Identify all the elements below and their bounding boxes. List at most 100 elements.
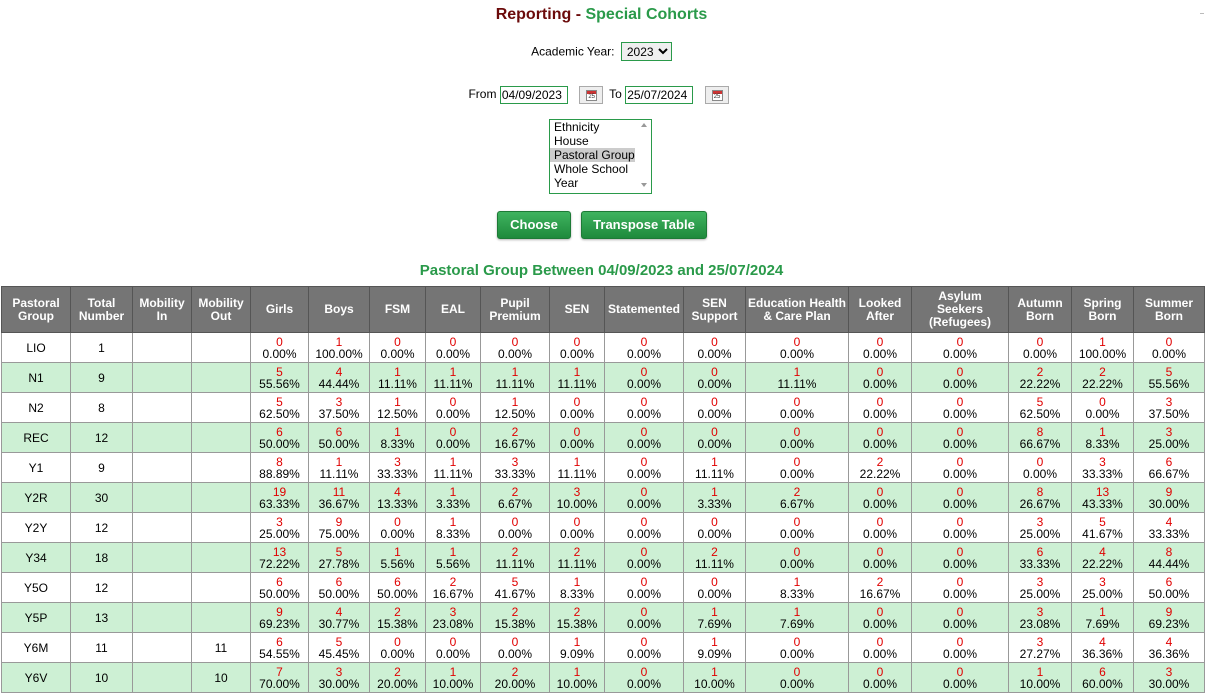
stat-count: 0 bbox=[956, 604, 964, 619]
stat-cell: 0 0.00% bbox=[848, 392, 912, 423]
stat-count: 1 bbox=[711, 454, 718, 469]
stat-cell: 6 50.00% bbox=[250, 422, 309, 453]
stat-count: 2 bbox=[1036, 364, 1044, 379]
stat-count: 1 bbox=[449, 364, 457, 379]
stat-percent: 22.22% bbox=[1082, 376, 1123, 391]
stat-count: 6 bbox=[1036, 544, 1044, 559]
from-calendar-icon[interactable]: 25 bbox=[579, 86, 604, 104]
stat-percent: 15.38% bbox=[377, 616, 418, 631]
stat-cell: 0 0.00% bbox=[425, 632, 481, 663]
stat-percent: 10.00% bbox=[556, 676, 598, 691]
row-mobility-out-cell bbox=[191, 512, 251, 543]
stat-count: 0 bbox=[711, 514, 718, 529]
from-date-input[interactable] bbox=[499, 86, 568, 104]
row-mobility-in-cell bbox=[132, 662, 192, 693]
stat-count: 0 bbox=[956, 484, 964, 499]
stat-percent: 0.00% bbox=[697, 586, 732, 601]
row-mobility-in-cell bbox=[132, 452, 192, 483]
stat-cell: 19 63.33% bbox=[250, 482, 309, 513]
stat-cell: 0 0.00% bbox=[683, 362, 746, 393]
stat-percent: 0.00% bbox=[626, 586, 662, 601]
stat-count: 1 bbox=[793, 574, 801, 589]
stat-percent: 0.00% bbox=[942, 436, 978, 451]
stat-cell: 5 45.45% bbox=[308, 632, 370, 663]
stat-percent: 0.00% bbox=[626, 466, 662, 481]
listbox-scrollbar[interactable] bbox=[637, 120, 651, 193]
stat-percent: 30.00% bbox=[1148, 676, 1190, 691]
stat-cell: 2 22.22% bbox=[1008, 362, 1072, 393]
stat-count: 5 bbox=[276, 364, 283, 379]
stat-percent: 25.00% bbox=[1019, 526, 1061, 541]
stat-percent: 0.00% bbox=[1022, 466, 1058, 481]
stat-count: 4 bbox=[394, 484, 401, 499]
stat-cell: 5 55.56% bbox=[250, 362, 309, 393]
stat-count: 0 bbox=[956, 454, 964, 469]
stat-cell: 0 0.00% bbox=[911, 542, 1009, 573]
stat-count: 0 bbox=[394, 514, 401, 529]
stat-count: 1 bbox=[573, 364, 581, 379]
to-calendar-icon[interactable]: 25 bbox=[704, 86, 729, 104]
row-group-cell: REC bbox=[1, 422, 71, 453]
stat-cell: 2 20.00% bbox=[369, 662, 426, 693]
listbox-option[interactable]: House bbox=[550, 134, 651, 148]
stat-count: 0 bbox=[876, 634, 884, 649]
stat-cell: 0 0.00% bbox=[745, 422, 849, 453]
stat-cell: 0 0.00% bbox=[745, 632, 849, 663]
stat-percent: 8.33% bbox=[380, 436, 415, 451]
stat-percent: 12.50% bbox=[377, 406, 418, 421]
column-header: Total Number bbox=[70, 286, 133, 333]
transpose-table-button[interactable]: Transpose Table bbox=[581, 211, 707, 239]
stat-count: 8 bbox=[1036, 424, 1044, 439]
stat-count: 1 bbox=[394, 394, 401, 409]
stat-percent: 41.67% bbox=[1082, 526, 1123, 541]
scroll-up-icon[interactable] bbox=[641, 123, 647, 127]
column-header: Summer Born bbox=[1133, 286, 1205, 333]
stat-cell: 2 15.38% bbox=[480, 602, 550, 633]
stat-cell: 0 0.00% bbox=[745, 392, 849, 423]
stat-cell: 0 0.00% bbox=[683, 392, 746, 423]
listbox-option[interactable]: Year bbox=[550, 176, 651, 190]
academic-year-select[interactable]: 2023 bbox=[620, 42, 672, 61]
choose-button[interactable]: Choose bbox=[497, 211, 571, 239]
stat-count: 2 bbox=[394, 664, 401, 679]
column-header: Asylum Seekers (Refugees) bbox=[911, 286, 1009, 333]
stat-cell: 0 0.00% bbox=[604, 392, 684, 423]
table-row: REC 12 6 50.00% 6 50.00% 1 8.33% 0 0.00% 2 16.67% 0 0… bbox=[1, 422, 1205, 453]
stat-count: 0 bbox=[394, 634, 401, 649]
stat-count: 5 bbox=[335, 544, 343, 559]
group-type-listbox[interactable]: Ethnicity House Pastoral Group Whole School… bbox=[549, 119, 652, 194]
stat-percent: 11.11% bbox=[695, 466, 734, 481]
stat-percent: 25.00% bbox=[1082, 586, 1123, 601]
stat-cell: 0 0.00% bbox=[911, 572, 1009, 603]
stat-percent: 0.00% bbox=[497, 346, 533, 361]
to-date-input[interactable] bbox=[625, 86, 694, 104]
row-total-cell: 11 bbox=[70, 632, 133, 663]
page-title: Reporting - Special Cohorts bbox=[0, 6, 1203, 24]
stat-cell: 0 0.00% bbox=[683, 512, 746, 543]
stat-percent: 0.00% bbox=[559, 436, 595, 451]
stat-percent: 9.09% bbox=[559, 646, 595, 661]
listbox-option[interactable]: Pastoral Group bbox=[550, 148, 635, 162]
stat-percent: 11.11% bbox=[777, 376, 817, 391]
stat-cell: 3 33.33% bbox=[1071, 452, 1134, 483]
stat-cell: 0 0.00% bbox=[745, 452, 849, 483]
stat-cell: 2 11.11% bbox=[683, 542, 746, 573]
stat-count: 1 bbox=[793, 604, 801, 619]
scroll-down-icon[interactable] bbox=[641, 183, 647, 187]
listbox-option[interactable]: Whole School bbox=[550, 162, 651, 176]
stat-count: 0 bbox=[511, 634, 519, 649]
listbox-option[interactable]: Ethnicity bbox=[550, 120, 651, 134]
stat-percent: 5.56% bbox=[380, 556, 415, 571]
stat-count: 1 bbox=[573, 634, 581, 649]
stat-count: 1 bbox=[573, 664, 581, 679]
stat-cell: 6 54.55% bbox=[250, 632, 309, 663]
stat-percent: 0.00% bbox=[862, 376, 898, 391]
stat-percent: 0.00% bbox=[380, 526, 415, 541]
stat-count: 2 bbox=[876, 454, 884, 469]
stat-cell: 0 0.00% bbox=[604, 602, 684, 633]
stat-cell: 0 0.00% bbox=[604, 362, 684, 393]
stat-cell: 0 0.00% bbox=[480, 512, 550, 543]
stat-percent: 0.00% bbox=[626, 376, 662, 391]
row-mobility-out-cell: 10 bbox=[191, 662, 251, 693]
stat-count: 2 bbox=[394, 604, 401, 619]
